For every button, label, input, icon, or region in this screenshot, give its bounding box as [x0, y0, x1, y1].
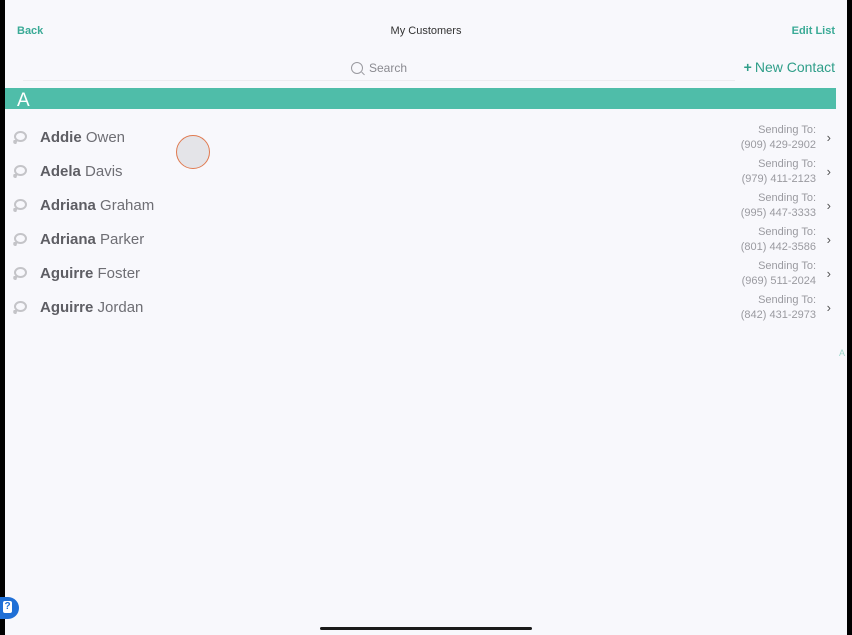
sending-to-label: Sending To: [758, 158, 816, 170]
contact-first-name: Aguirre [40, 299, 94, 316]
contact-name: Addie Owen [40, 129, 125, 146]
contact-last-name: Graham [100, 197, 155, 214]
contact-last-name: Foster [97, 265, 141, 282]
contact-phone: (801) 442-3586 [740, 241, 816, 253]
sending-to-label: Sending To: [758, 192, 816, 204]
contact-first-name: Adriana [40, 231, 96, 248]
chevron-right-icon: › [826, 266, 831, 281]
contact-first-name: Adriana [40, 197, 96, 214]
new-contact-label: New Contact [754, 59, 835, 75]
chat-bubble-icon [14, 165, 27, 176]
chevron-right-icon: › [826, 300, 831, 315]
contact-phone: (909) 429-2902 [740, 139, 816, 151]
chat-bubble-icon [14, 131, 27, 142]
contact-name: Adriana Parker [40, 231, 144, 248]
sending-to-label: Sending To: [758, 226, 816, 238]
contact-row[interactable]: Adriana Parker Sending To: (801) 442-358… [5, 223, 847, 257]
sending-to-label: Sending To: [758, 294, 816, 306]
back-button[interactable]: Back [17, 25, 43, 37]
contact-phone: (995) 447-3333 [740, 207, 816, 219]
search-icon [350, 62, 363, 74]
sending-to-info: Sending To: (801) 442-3586 [741, 225, 816, 255]
page-title-bar: My Customers [5, 25, 847, 37]
contact-phone: (969) 511-2024 [741, 275, 816, 287]
edit-list-button[interactable]: Edit List [792, 25, 835, 37]
chevron-right-icon: › [826, 130, 831, 145]
chevron-right-icon: › [826, 232, 831, 247]
contact-row[interactable]: Adela Davis Sending To: (979) 411-2123 › [5, 155, 847, 189]
chat-bubble-icon [14, 233, 27, 244]
app-screen: Back My Customers Edit List Search + New … [5, 0, 847, 635]
chat-bubble-icon [14, 301, 27, 312]
contact-row[interactable]: Aguirre Foster Sending To: (969) 511-202… [5, 257, 847, 291]
chevron-right-icon: › [826, 164, 831, 179]
sending-to-info: Sending To: (969) 511-2024 [742, 259, 816, 289]
contact-list: Addie Owen Sending To: (909) 429-2902 › … [5, 121, 847, 325]
contact-last-name: Davis [85, 163, 123, 180]
section-header: A [5, 88, 836, 111]
search-placeholder: Search [368, 61, 408, 75]
contact-last-name: Parker [100, 231, 145, 248]
contact-name: Aguirre Foster [40, 265, 140, 282]
sending-to-label: Sending To: [758, 124, 816, 136]
new-contact-button[interactable]: + New Contact [744, 59, 835, 75]
page-title: My Customers [390, 25, 462, 37]
contact-name: Aguirre Jordan [40, 299, 143, 316]
contact-phone: (842) 431-2973 [740, 309, 816, 321]
contact-row[interactable]: Aguirre Jordan Sending To: (842) 431-297… [5, 291, 847, 325]
contact-first-name: Adela [40, 163, 81, 180]
chat-bubble-icon [14, 199, 27, 210]
contact-first-name: Addie [40, 129, 82, 146]
chat-bubble-icon [14, 267, 27, 278]
contact-first-name: Aguirre [40, 265, 94, 282]
chevron-right-icon: › [826, 198, 831, 213]
sending-to-label: Sending To: [758, 260, 816, 272]
section-letter: A [17, 90, 30, 111]
contact-name: Adela Davis [40, 163, 123, 180]
plus-icon: + [743, 59, 752, 75]
contact-row[interactable]: Adriana Graham Sending To: (995) 447-333… [5, 189, 847, 223]
contact-phone: (979) 411-2123 [741, 173, 816, 185]
search-input[interactable]: Search [23, 56, 735, 81]
sending-to-info: Sending To: (842) 431-2973 [741, 293, 816, 323]
home-indicator[interactable] [320, 627, 532, 630]
contact-last-name: Jordan [97, 299, 144, 316]
sending-to-info: Sending To: (979) 411-2123 [742, 157, 816, 187]
contact-row[interactable]: Addie Owen Sending To: (909) 429-2902 › [5, 121, 847, 155]
sending-to-info: Sending To: (909) 429-2902 [741, 123, 816, 153]
section-index-letter[interactable]: A [839, 348, 845, 358]
help-icon: ? [3, 601, 12, 613]
sending-to-info: Sending To: (995) 447-3333 [741, 191, 816, 221]
contact-last-name: Owen [85, 129, 126, 146]
contact-name: Adriana Graham [40, 197, 154, 214]
